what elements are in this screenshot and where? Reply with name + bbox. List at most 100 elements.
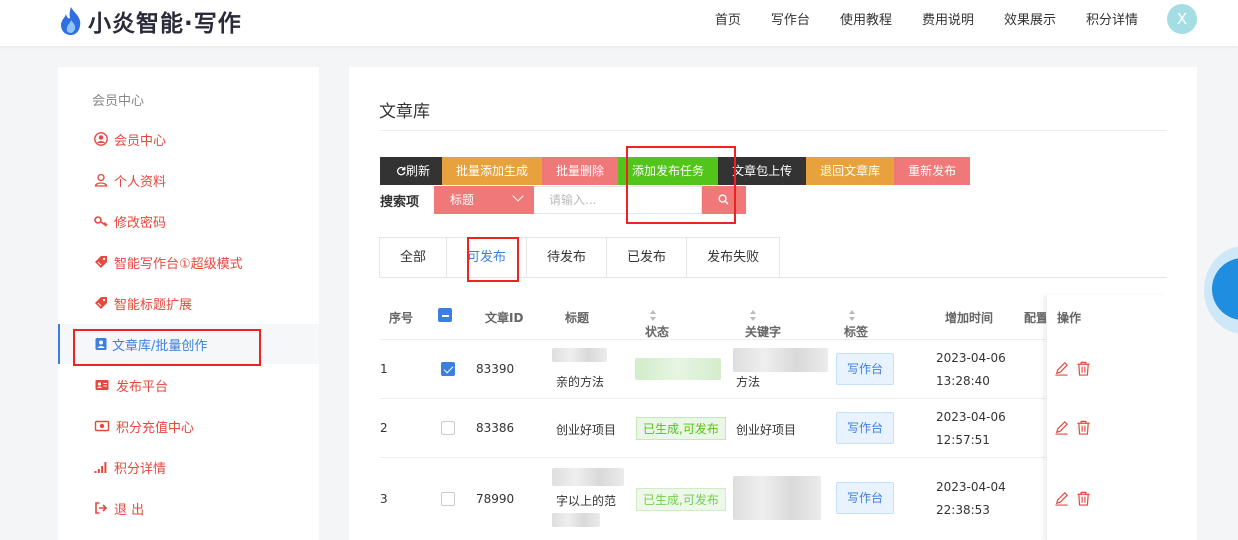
edit-icon[interactable] — [1054, 420, 1069, 435]
row-title[interactable]: 字以上的范 — [556, 492, 616, 509]
sidebar-item-change-password[interactable]: 修改密码 — [58, 201, 319, 241]
col-title: 标题 — [565, 311, 590, 325]
sidebar-item-title-extension[interactable]: 智能标题扩展 — [58, 283, 319, 323]
sidebar-item-profile[interactable]: 个人资料 — [58, 160, 319, 200]
row-date: 2023-04-04 — [936, 480, 1006, 494]
page-title: 文章库 — [379, 102, 430, 122]
logout-icon — [95, 502, 108, 514]
blurred-text — [552, 468, 624, 486]
sidebar-item-label: 退 出 — [114, 502, 145, 518]
sidebar-section-title: 会员中心 — [92, 94, 145, 109]
sidebar-item-label: 会员中心 — [114, 133, 167, 149]
sidebar: 会员中心 会员中心 个人资料 修改密码 智能写作台①超级模式 智能标题扩展 文章… — [58, 67, 319, 540]
blurred-text — [733, 476, 821, 520]
sidebar-item-member-center[interactable]: 会员中心 — [58, 119, 319, 159]
row-checkbox[interactable] — [441, 492, 455, 506]
signal-bars-icon — [94, 462, 107, 473]
brand-logo[interactable]: 小炎智能·写作 — [58, 6, 242, 37]
nav-showcase[interactable]: 效果展示 — [1004, 9, 1056, 28]
sidebar-item-label: 积分充值中心 — [116, 420, 195, 436]
sidebar-item-logout[interactable]: 退 出 — [58, 488, 319, 528]
row-keyword: 创业好项目 — [736, 423, 797, 437]
nav-writing-desk[interactable]: 写作台 — [771, 9, 810, 28]
sidebar-item-publish-platform[interactable]: 发布平台 — [58, 365, 319, 405]
sort-icon — [750, 310, 757, 321]
row-article-id: 83386 — [476, 421, 515, 435]
highlight-box — [73, 329, 261, 366]
sidebar-item-smart-writing-desk[interactable]: 智能写作台①超级模式 — [58, 242, 319, 282]
sidebar-item-label: 积分详情 — [114, 461, 167, 477]
trash-icon[interactable] — [1076, 361, 1091, 376]
nav-pricing[interactable]: 费用说明 — [922, 9, 974, 28]
blurred-text — [552, 348, 607, 362]
tab-published[interactable]: 已发布 — [606, 237, 687, 278]
divider — [379, 130, 1167, 131]
row-tag-button[interactable]: 写作台 — [836, 412, 894, 444]
col-status-label: 状态 — [645, 325, 670, 339]
col-keyword-label: 关键字 — [745, 325, 782, 339]
col-status[interactable]: 状态 — [645, 309, 669, 339]
sidebar-item-label: 个人资料 — [114, 174, 167, 190]
tab-all[interactable]: 全部 — [379, 237, 447, 278]
blurred-text — [552, 513, 600, 527]
row-checkbox[interactable] — [441, 362, 455, 376]
row-checkbox[interactable] — [441, 421, 455, 435]
select-all-checkbox[interactable] — [438, 308, 452, 322]
floating-support-button[interactable] — [1204, 246, 1238, 334]
id-card-icon — [95, 380, 109, 390]
col-config: 配置 — [1024, 311, 1049, 325]
edit-icon[interactable] — [1054, 491, 1069, 506]
row-article-id: 83390 — [476, 362, 515, 376]
chevron-down-icon — [512, 190, 524, 202]
tab-publish-failed[interactable]: 发布失败 — [686, 237, 781, 278]
col-operations: 操作 — [1057, 311, 1082, 325]
row-title[interactable]: 亲的方法 — [556, 373, 604, 390]
row-tag-button[interactable]: 写作台 — [836, 353, 894, 385]
edit-icon[interactable] — [1054, 361, 1069, 376]
trash-icon[interactable] — [1076, 420, 1091, 435]
status-badge: 已生成,可发布 — [636, 488, 726, 511]
search-label: 搜索项 — [380, 194, 420, 210]
support-icon — [1212, 258, 1238, 320]
top-nav: 首页 写作台 使用教程 费用说明 效果展示 积分详情 — [685, 0, 1138, 36]
refresh-button[interactable]: 刷新 — [380, 157, 443, 185]
key-icon — [94, 216, 108, 227]
tag-icon — [95, 297, 107, 309]
row-time: 13:28:40 — [936, 374, 990, 388]
sidebar-item-recharge-center[interactable]: 积分充值中心 — [58, 406, 319, 446]
batch-add-generate-button[interactable]: 批量添加生成 — [442, 157, 543, 185]
republish-button[interactable]: 重新发布 — [894, 157, 971, 185]
highlight-box — [467, 237, 519, 282]
nav-tutorial[interactable]: 使用教程 — [840, 9, 892, 28]
refresh-icon — [397, 166, 406, 176]
blurred-text — [733, 348, 828, 372]
sidebar-item-label: 智能标题扩展 — [114, 297, 193, 313]
col-keyword[interactable]: 关键字 — [745, 309, 781, 339]
row-tag-button[interactable]: 写作台 — [836, 482, 894, 514]
row-date: 2023-04-06 — [936, 351, 1006, 365]
avatar[interactable]: X — [1167, 4, 1197, 34]
row-index: 1 — [380, 362, 388, 376]
row-time: 22:38:53 — [936, 503, 990, 517]
trash-icon[interactable] — [1076, 491, 1091, 506]
nav-home[interactable]: 首页 — [715, 9, 741, 28]
batch-delete-button[interactable]: 批量删除 — [542, 157, 619, 185]
top-header: 小炎智能·写作 首页 写作台 使用教程 费用说明 效果展示 积分详情 X — [0, 0, 1238, 46]
row-keyword: 方法 — [736, 375, 761, 389]
row-actions — [1054, 361, 1091, 376]
person-icon — [94, 173, 108, 187]
col-index: 序号 — [389, 311, 414, 325]
sidebar-item-points-detail[interactable]: 积分详情 — [58, 447, 319, 487]
row-title[interactable]: 创业好项目 — [556, 421, 616, 438]
tab-pending[interactable]: 待发布 — [526, 237, 607, 278]
nav-points-detail[interactable]: 积分详情 — [1086, 9, 1138, 28]
return-to-library-button[interactable]: 退回文章库 — [806, 157, 895, 185]
search-field-select[interactable]: 标题 — [434, 186, 534, 214]
blurred-status — [635, 358, 721, 380]
floating-widget-clip — [1200, 240, 1238, 340]
col-tag[interactable]: 标签 — [844, 309, 868, 339]
col-article-id: 文章ID — [485, 311, 524, 325]
sort-icon — [650, 310, 657, 321]
col-added-time: 增加时间 — [945, 311, 994, 325]
refresh-label: 刷新 — [406, 164, 431, 178]
